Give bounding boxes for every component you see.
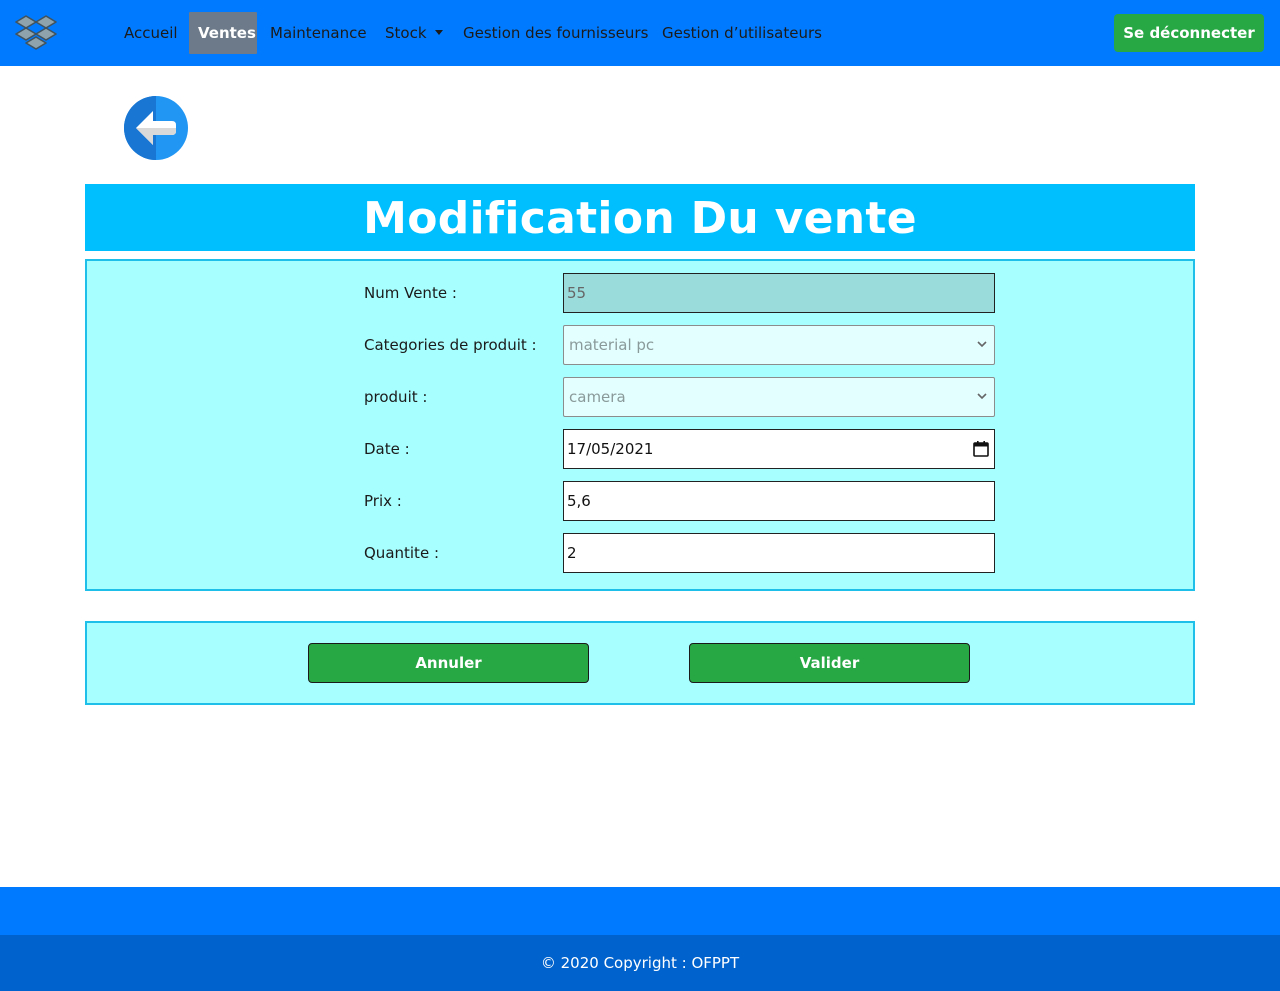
form-row-num-vente: Num Vente : 55 bbox=[87, 273, 1193, 313]
footer-band bbox=[0, 887, 1280, 935]
categorie-select[interactable]: material pc bbox=[563, 325, 995, 365]
prix-input[interactable]: 5,6 bbox=[563, 481, 995, 521]
title-banner: Modification Du vente bbox=[85, 184, 1195, 251]
produit-label: produit : bbox=[364, 388, 428, 406]
nav-stock[interactable]: Stock bbox=[385, 12, 443, 54]
nav-ventes[interactable]: Ventes bbox=[189, 12, 257, 54]
submit-button[interactable]: Valider bbox=[689, 643, 970, 683]
nav-stock-label: Stock bbox=[385, 24, 427, 42]
num-vente-label: Num Vente : bbox=[364, 284, 457, 302]
page-title: Modification Du vente bbox=[363, 193, 917, 244]
top-navbar: Accueil Ventes Maintenance Stock Gestion… bbox=[0, 0, 1280, 66]
produit-select[interactable]: camera bbox=[563, 377, 995, 417]
form-row-prix: Prix : 5,6 bbox=[87, 481, 1193, 521]
num-vente-input[interactable]: 55 bbox=[563, 273, 995, 313]
date-input[interactable]: 17/05/2021 bbox=[563, 429, 995, 469]
categorie-label: Categories de produit : bbox=[364, 336, 537, 354]
chevron-down-icon bbox=[977, 341, 987, 348]
produit-selected-value: camera bbox=[569, 388, 626, 406]
quantite-label: Quantite : bbox=[364, 544, 439, 562]
date-value: 17/05/2021 bbox=[567, 440, 654, 458]
form-row-produit: produit : camera bbox=[87, 377, 1193, 417]
form-row-categorie: Categories de produit : material pc bbox=[87, 325, 1193, 365]
cancel-button[interactable]: Annuler bbox=[308, 643, 589, 683]
nav-gestion-fournisseurs[interactable]: Gestion des fournisseurs bbox=[463, 12, 648, 54]
nav-gestion-utilisateurs[interactable]: Gestion d’utilisateurs bbox=[662, 12, 822, 54]
calendar-icon[interactable] bbox=[972, 440, 990, 458]
dropdown-caret-icon bbox=[434, 30, 443, 35]
form-row-date: Date : 17/05/2021 bbox=[87, 429, 1193, 469]
date-label: Date : bbox=[364, 440, 410, 458]
back-arrow-icon[interactable] bbox=[124, 96, 188, 160]
footer-copyright: © 2020 Copyright : OFPPT bbox=[0, 935, 1280, 991]
chevron-down-icon bbox=[977, 393, 987, 400]
logout-button[interactable]: Se déconnecter bbox=[1114, 14, 1264, 52]
dropbox-logo-icon[interactable] bbox=[15, 14, 57, 52]
categorie-selected-value: material pc bbox=[569, 336, 655, 354]
form-row-quantite: Quantite : 2 bbox=[87, 533, 1193, 573]
form-panel: Num Vente : 55 Categories de produit : m… bbox=[85, 259, 1195, 591]
nav-maintenance[interactable]: Maintenance bbox=[270, 12, 367, 54]
nav-accueil[interactable]: Accueil bbox=[124, 12, 178, 54]
actions-panel: Annuler Valider bbox=[85, 621, 1195, 705]
prix-label: Prix : bbox=[364, 492, 402, 510]
quantite-input[interactable]: 2 bbox=[563, 533, 995, 573]
